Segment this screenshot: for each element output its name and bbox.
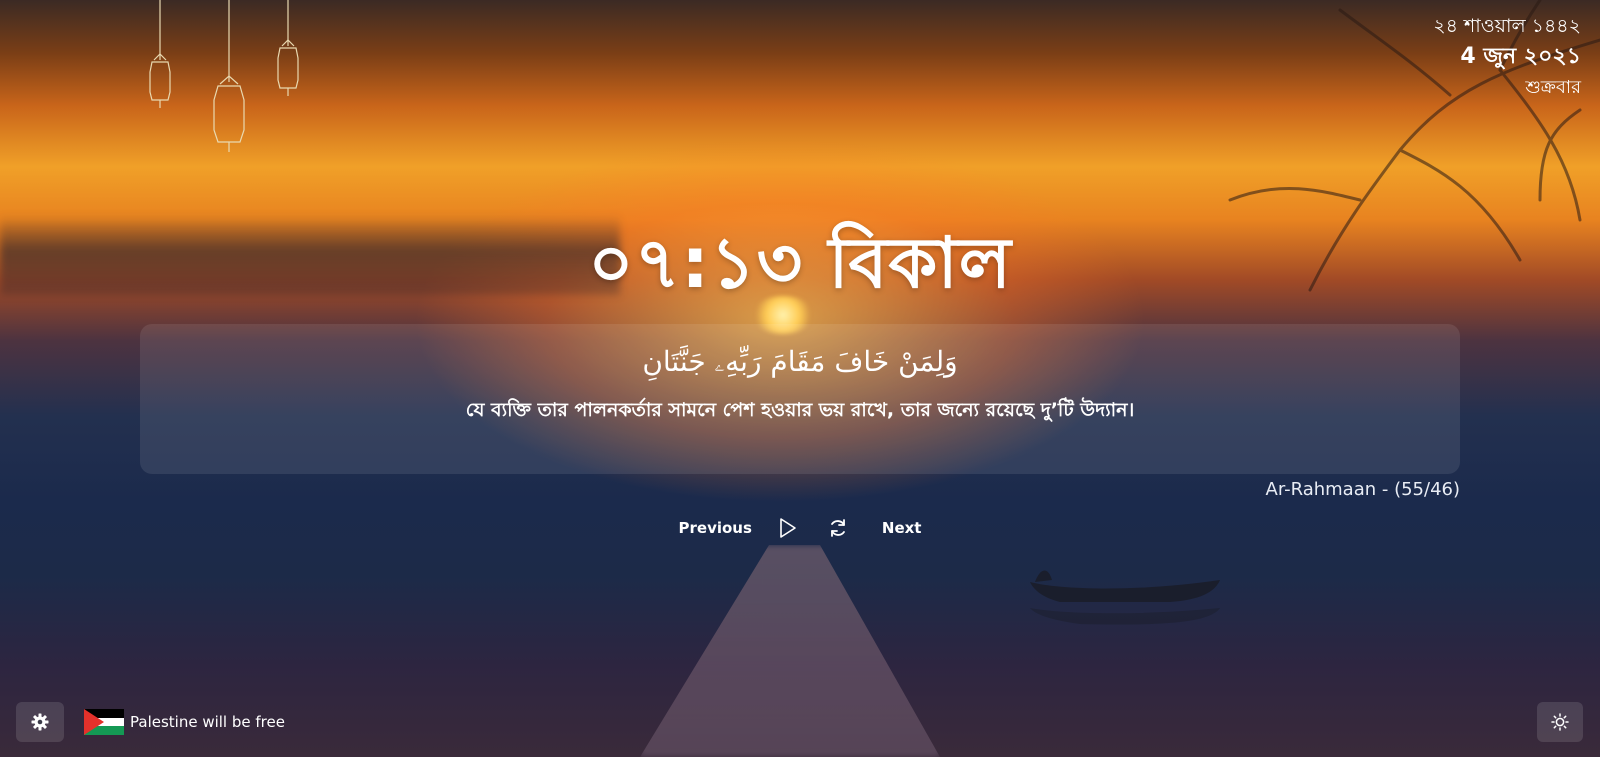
background-boat [1030, 570, 1220, 625]
verse-card: وَلِمَنْ خَافَ مَقَامَ رَبِّهِۦ جَنَّتَا… [140, 324, 1460, 474]
verse-controls: Previous Next [0, 512, 1600, 544]
verse-reference: Ar-Rahmaan - (55/46) [1265, 479, 1460, 500]
weekday: শুক্রবার [1525, 77, 1581, 98]
refresh-icon [831, 519, 845, 537]
refresh-button[interactable] [822, 512, 854, 544]
gregorian-date: 4 জুন ২০২১ [1460, 44, 1581, 69]
date-block: ২৪ শাওয়াল ১৪৪২ 4 জুন ২০২১ শুক্রবার [1433, 14, 1581, 100]
theme-toggle-button[interactable] [1537, 702, 1583, 742]
hijri-date: ২৪ শাওয়াল ১৪৪২ [1433, 15, 1581, 37]
palestine-text: Palestine will be free [130, 713, 285, 731]
verse-translation: যে ব্যক্তি তার পালনকর্তার সামনে পেশ হওয়… [465, 399, 1135, 421]
play-button[interactable] [772, 512, 804, 544]
lantern-decoration [149, 0, 299, 152]
previous-button[interactable]: Previous [669, 513, 762, 543]
play-icon [780, 518, 796, 538]
palestine-message: Palestine will be free [84, 709, 285, 735]
clock-time: ০৭:১৩ বিকাল [588, 222, 1012, 304]
gear-icon [31, 713, 49, 731]
next-button[interactable]: Next [872, 513, 932, 543]
settings-button[interactable] [16, 702, 64, 742]
palestine-flag-icon [84, 709, 124, 735]
verse-arabic: وَلِمَنْ خَافَ مَقَامَ رَبِّهِۦ جَنَّتَا… [642, 345, 958, 378]
sun-icon [1551, 713, 1569, 731]
